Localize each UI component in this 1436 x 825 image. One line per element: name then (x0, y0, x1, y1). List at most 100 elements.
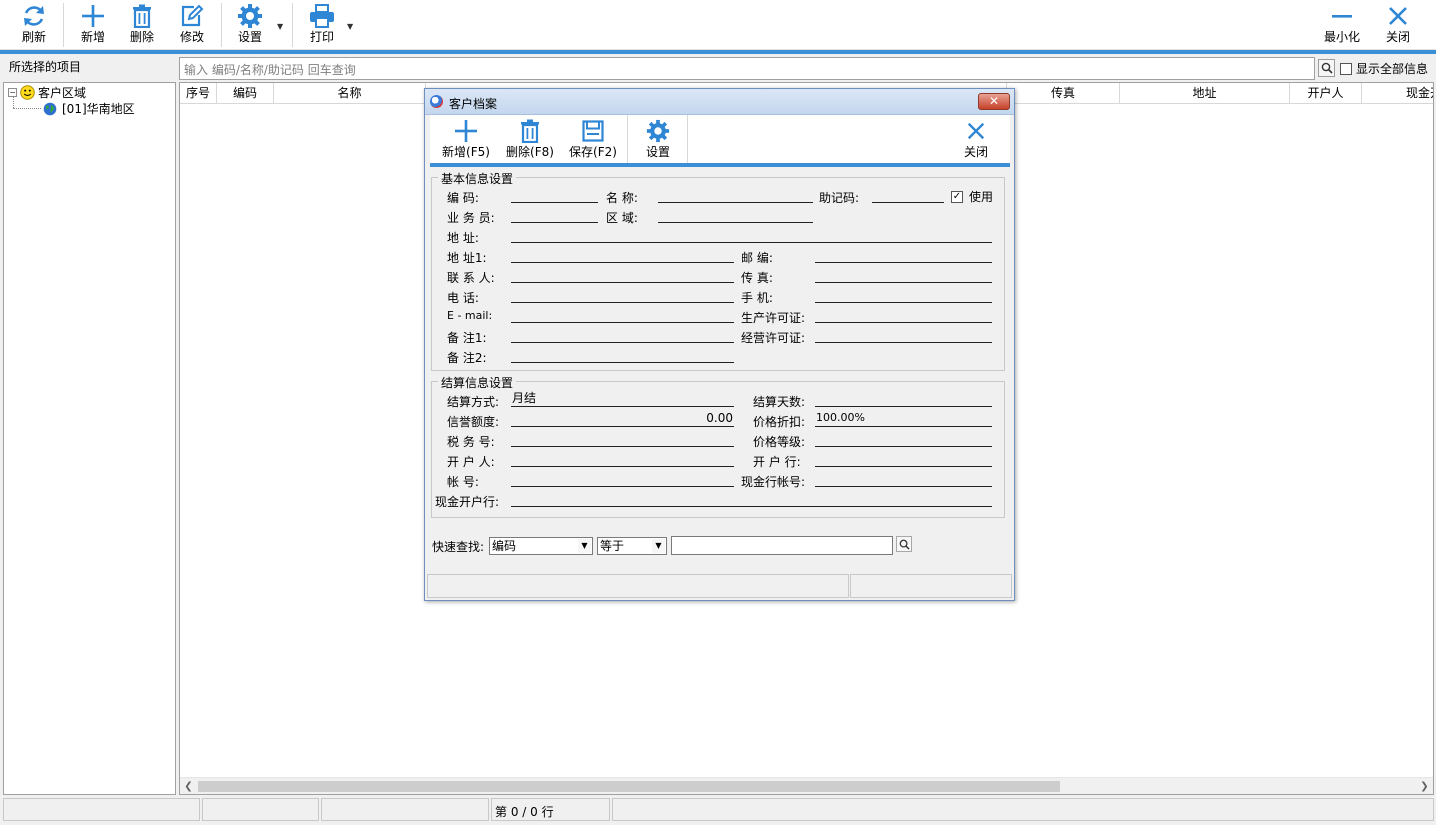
zipcode-field[interactable] (815, 247, 992, 263)
column-header-cash-bank[interactable]: 现金开 (1362, 83, 1433, 104)
minimize-button[interactable]: 最小化 (1320, 2, 1364, 48)
contact-field[interactable] (511, 267, 734, 283)
search-input[interactable]: 输入 编码/名称/助记码 回车查询 (179, 57, 1315, 80)
production-license-field[interactable] (815, 307, 992, 323)
quick-search-field-select[interactable]: 编码 ▼ (489, 537, 593, 555)
row-count-status: 第 0 / 0 行 (491, 798, 610, 821)
horizontal-scrollbar[interactable]: ❮ ❯ (180, 777, 1433, 794)
show-all-label: 显示全部信息 (1356, 62, 1429, 76)
refresh-button[interactable]: 刷新 (14, 2, 54, 48)
price-level-field[interactable] (815, 431, 992, 447)
settings-button[interactable]: 设置 (230, 2, 270, 48)
delete-button[interactable]: 删除 (122, 2, 162, 48)
dialog-close-button[interactable]: 关闭 (958, 117, 994, 161)
settings-dropdown-icon[interactable]: ▼ (277, 22, 283, 31)
add-button[interactable]: 新增 (73, 2, 113, 48)
remark1-field[interactable] (511, 327, 734, 343)
trash-icon (504, 117, 556, 145)
column-header-account-holder[interactable]: 开户人 (1290, 83, 1362, 104)
edit-button[interactable]: 修改 (172, 2, 212, 48)
dialog-save-button[interactable]: 保存(F2) (568, 117, 618, 161)
credit-limit-field[interactable]: 0.00 (511, 411, 734, 427)
dropdown-arrow-icon[interactable]: ▼ (652, 539, 665, 553)
email-field[interactable] (511, 307, 734, 323)
business-license-label: 经营许可证: (741, 331, 806, 345)
remark2-field[interactable] (511, 347, 734, 363)
tree-root-node[interactable]: − 客户区域 (8, 84, 86, 101)
price-discount-field[interactable]: 100.00% (815, 411, 992, 427)
account-holder-field[interactable] (511, 451, 734, 467)
tree-child-label: [01]华南地区 (62, 102, 135, 116)
tree-root-label: 客户区域 (38, 86, 87, 100)
cash-bank-field[interactable] (511, 491, 992, 507)
column-header-name[interactable]: 名称 (274, 83, 426, 104)
phone-label: 电 话: (447, 291, 479, 305)
dialog-status-cell (427, 574, 849, 598)
enabled-checkbox[interactable]: ✓ 使用 (951, 188, 993, 205)
settlement-info-group: 结算信息设置 结算方式: 月结 结算天数: 信誉额度: 0.00 价格折扣: 1… (431, 374, 1005, 518)
quick-search-label: 快速查找: (432, 540, 485, 554)
mnemonic-field[interactable] (872, 187, 944, 203)
dialog-close-icon[interactable]: ✕ (978, 93, 1010, 110)
fax-field[interactable] (815, 267, 992, 283)
dialog-add-button[interactable]: 新增(F5) (440, 117, 492, 161)
region-field[interactable] (658, 207, 813, 223)
dialog-delete-label: 删除(F8) (506, 145, 554, 159)
settlement-days-field[interactable] (815, 391, 992, 407)
mobile-field[interactable] (815, 287, 992, 303)
quick-search-button[interactable] (896, 536, 912, 552)
address1-field[interactable] (511, 247, 734, 263)
checkbox-box[interactable] (1340, 62, 1352, 75)
bank-field[interactable] (815, 451, 992, 467)
scroll-right-icon[interactable]: ❯ (1416, 778, 1433, 794)
quick-search-input[interactable] (671, 536, 893, 555)
account-number-field[interactable] (511, 471, 734, 487)
tax-number-label: 税 务 号: (447, 435, 495, 449)
close-button[interactable]: 关闭 (1378, 2, 1418, 48)
printer-icon (302, 2, 342, 30)
settlement-info-legend: 结算信息设置 (438, 374, 517, 391)
column-header-address[interactable]: 地址 (1120, 83, 1290, 104)
settlement-method-field[interactable]: 月结 (511, 391, 734, 407)
search-icon (1321, 62, 1333, 74)
dialog-title: 客户档案 (449, 97, 498, 111)
toolbar-accent-line (0, 50, 1436, 54)
dialog-title-bar[interactable]: 客户档案 ✕ (425, 89, 1014, 115)
status-cell (202, 798, 319, 821)
dialog-delete-button[interactable]: 删除(F8) (504, 117, 556, 161)
code-field[interactable] (511, 187, 598, 203)
left-panel-header: 所选择的项目 (3, 55, 175, 80)
show-all-checkbox[interactable]: 显示全部信息 (1340, 60, 1428, 77)
business-license-field[interactable] (815, 327, 992, 343)
toolbar-separator (221, 3, 222, 47)
price-discount-label: 价格折扣: (753, 415, 806, 429)
cash-account-field[interactable] (815, 471, 992, 487)
dialog-settings-label: 设置 (645, 145, 670, 159)
scrollbar-thumb[interactable] (198, 781, 1060, 792)
tree-child-node[interactable]: [01]华南地区 (43, 100, 135, 117)
checkbox-checked-icon[interactable]: ✓ (951, 190, 963, 203)
phone-field[interactable] (511, 287, 734, 303)
settings-label: 设置 (237, 30, 262, 44)
salesperson-field[interactable] (511, 207, 598, 223)
tax-number-field[interactable] (511, 431, 734, 447)
refresh-label: 刷新 (21, 30, 46, 44)
dialog-settings-button[interactable]: 设置 (638, 117, 678, 161)
quick-search-operator-select[interactable]: 等于 ▼ (597, 537, 667, 555)
trash-icon (122, 2, 162, 30)
dropdown-arrow-icon[interactable]: ▼ (578, 539, 591, 553)
gear-icon (230, 2, 270, 30)
search-button[interactable] (1318, 59, 1335, 77)
scroll-left-icon[interactable]: ❮ (180, 778, 197, 794)
address-field[interactable] (511, 227, 992, 243)
close-label: 关闭 (1385, 30, 1410, 44)
enabled-label: 使用 (969, 190, 994, 204)
column-header-code[interactable]: 编码 (217, 83, 274, 104)
column-header-index[interactable]: 序号 (180, 83, 217, 104)
code-label: 编 码: (447, 191, 479, 205)
column-header-fax[interactable]: 传真 (1007, 83, 1120, 104)
name-label: 名 称: (606, 191, 638, 205)
name-field[interactable] (658, 187, 813, 203)
print-button[interactable]: 打印 (302, 2, 342, 48)
print-dropdown-icon[interactable]: ▼ (347, 22, 353, 31)
